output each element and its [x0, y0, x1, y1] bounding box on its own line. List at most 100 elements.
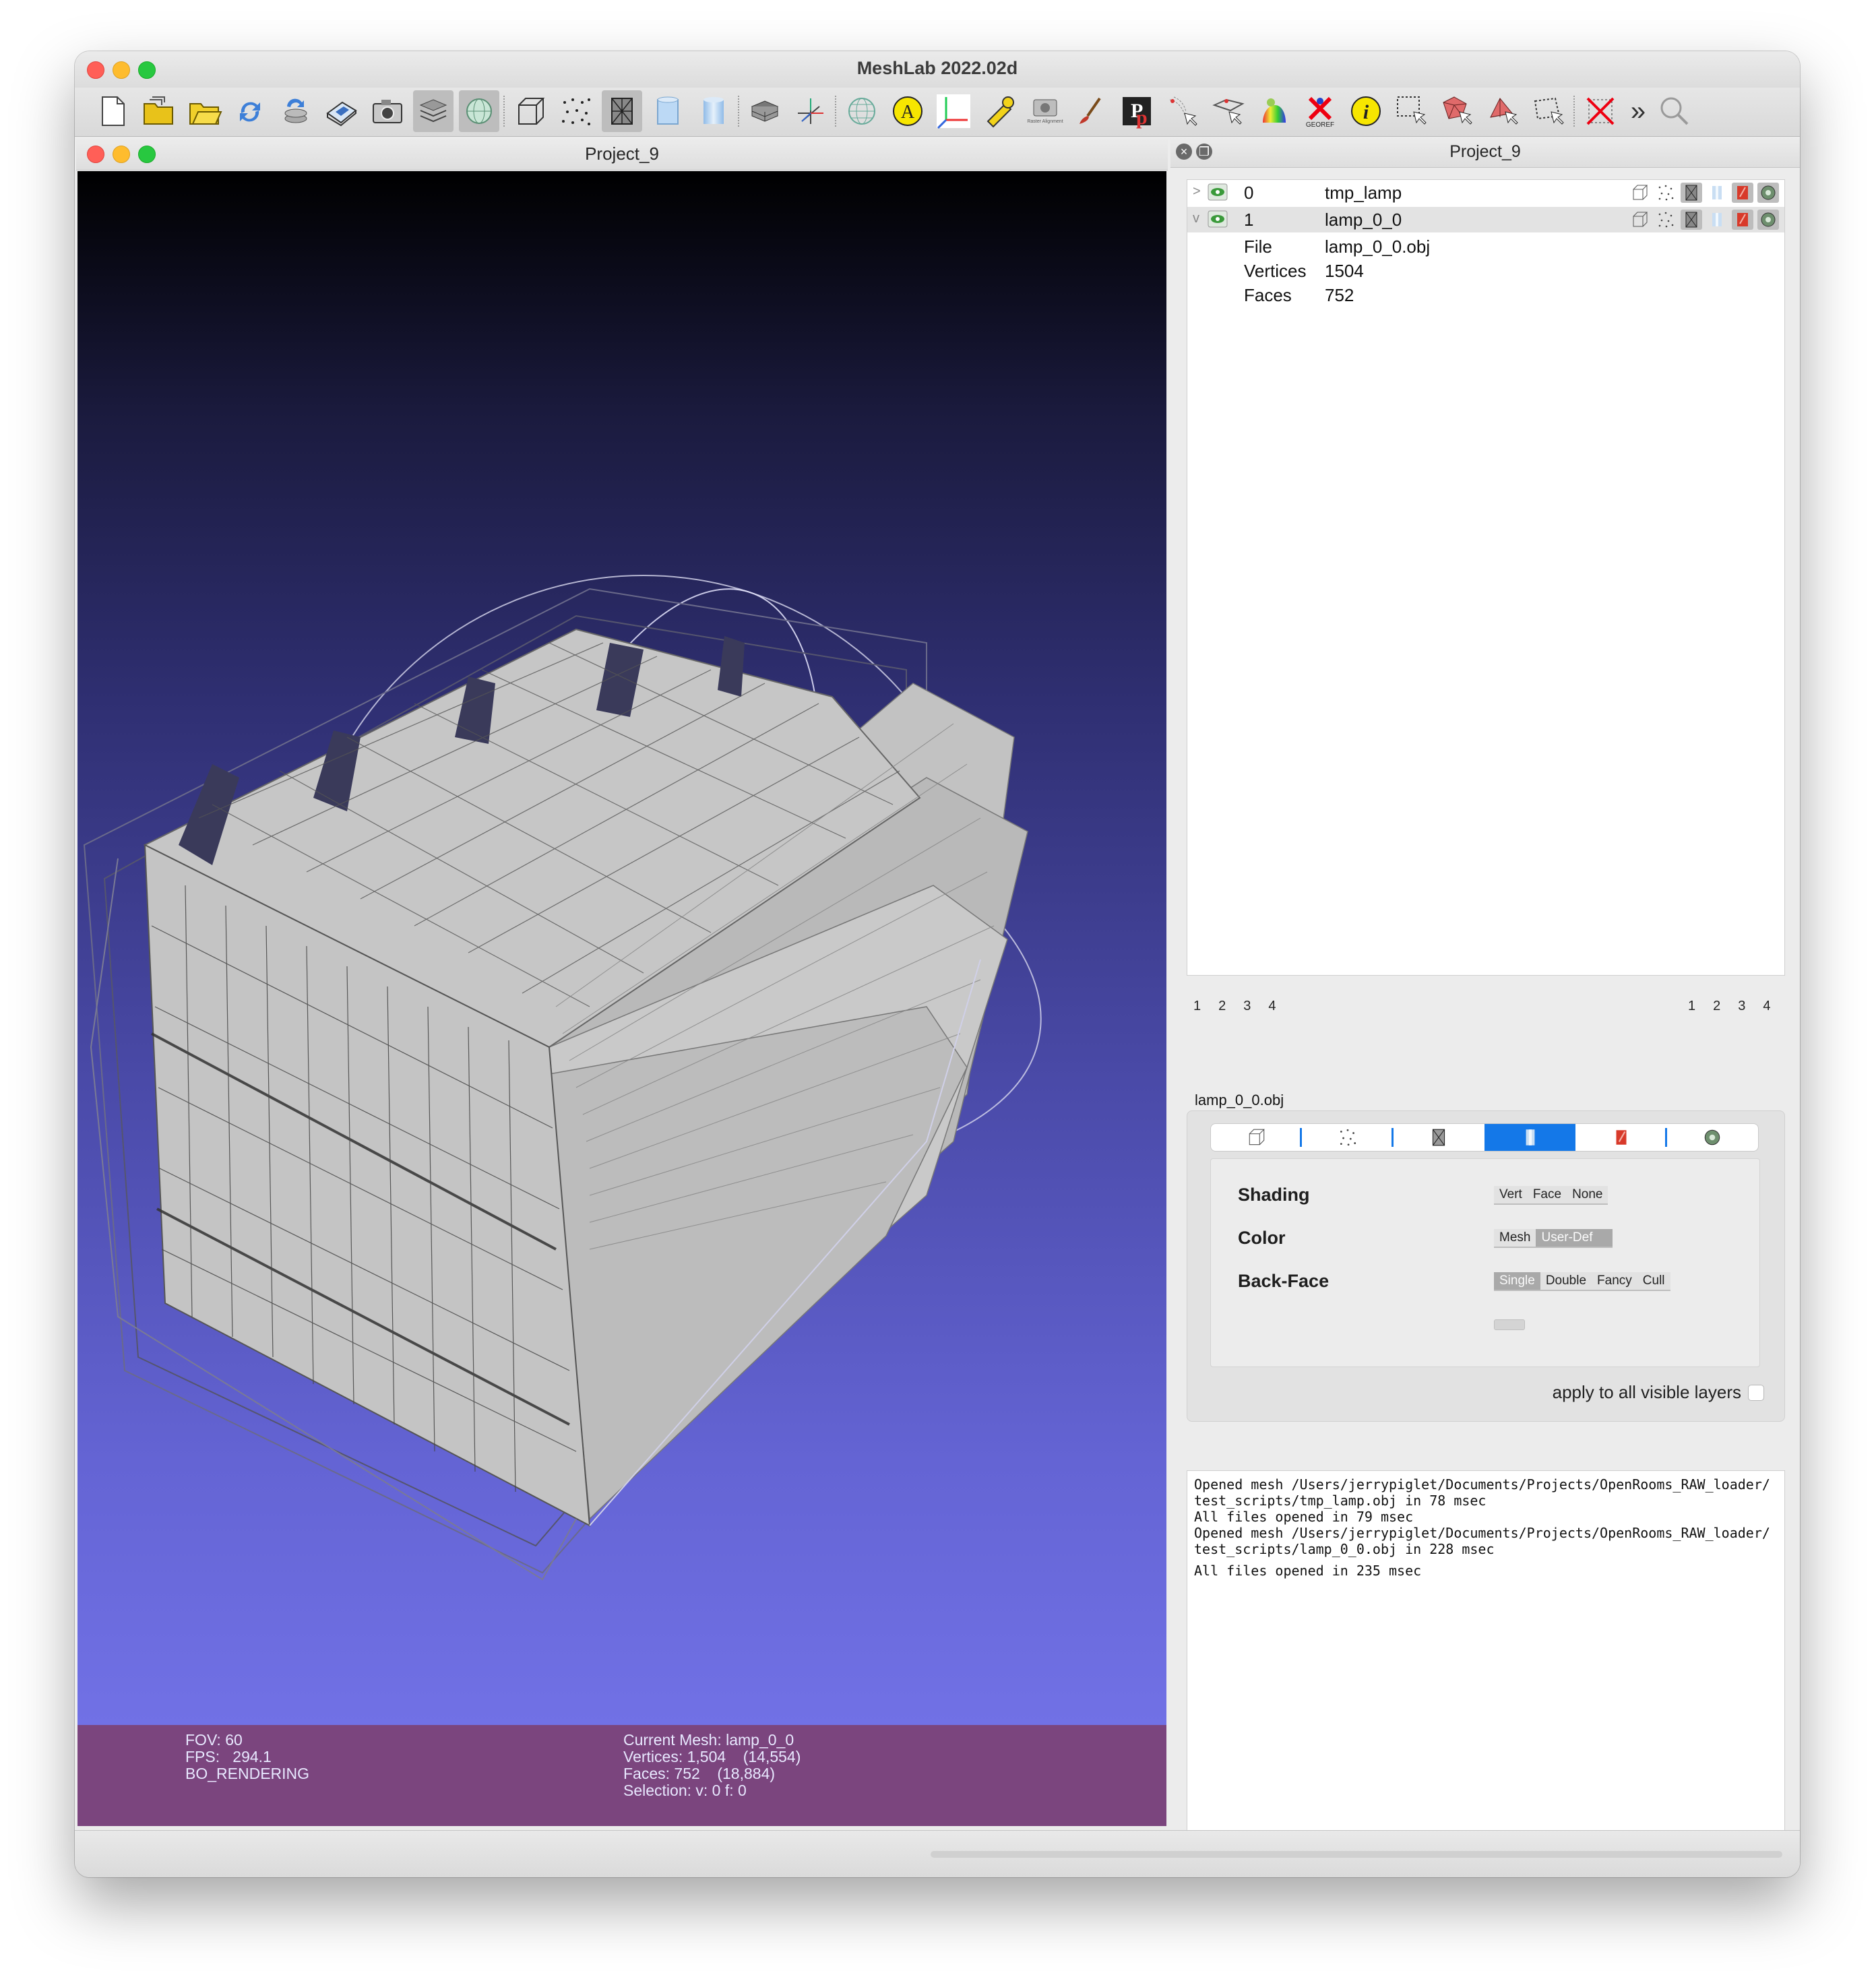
save-button[interactable] [321, 90, 362, 132]
user-color-swatch-button[interactable] [1494, 1319, 1525, 1330]
georef-icon: GEOREF [1306, 96, 1334, 129]
select-connected-button[interactable] [1483, 90, 1524, 132]
tab-points[interactable] [1302, 1124, 1394, 1151]
page-button[interactable]: 3 [1243, 999, 1251, 1013]
save-icon [326, 101, 357, 127]
decorator-toggle[interactable] [1757, 183, 1779, 203]
new-project-button[interactable] [92, 90, 133, 132]
page-button[interactable]: 4 [1763, 999, 1770, 1013]
layer-index: 0 [1244, 183, 1254, 203]
color-selector: Mesh User-Def [1494, 1229, 1613, 1248]
eye-icon[interactable] [1208, 210, 1228, 228]
page-button[interactable]: 2 [1713, 999, 1720, 1013]
decorator-toggle[interactable] [1757, 210, 1779, 230]
toolbar-separator [835, 96, 838, 127]
layer-dialog-button[interactable] [413, 90, 454, 132]
flat-mode-button[interactable] [648, 90, 688, 132]
manipulate-button[interactable] [1208, 90, 1249, 132]
wireframe-toggle[interactable] [1681, 183, 1702, 203]
search-button[interactable] [1654, 90, 1695, 132]
select-region-button[interactable] [1529, 90, 1569, 132]
shading-none-option[interactable]: None [1567, 1186, 1608, 1205]
open-project-button[interactable] [138, 90, 179, 132]
shading-selector: Vert Face None [1494, 1186, 1608, 1205]
axes-button[interactable] [790, 90, 831, 132]
layer-name: lamp_0_0 [1325, 210, 1402, 230]
tab-fill[interactable] [1484, 1124, 1576, 1151]
select-faces-button[interactable] [1437, 90, 1478, 132]
tab-bbox[interactable] [1211, 1124, 1303, 1151]
smooth-mode-button[interactable] [693, 90, 734, 132]
backface-fancy-option[interactable]: Fancy [1592, 1272, 1637, 1291]
bbox-toggle[interactable] [1629, 183, 1651, 203]
page-button[interactable]: 4 [1268, 999, 1276, 1013]
trackball-button[interactable] [745, 90, 785, 132]
layer-index: 1 [1244, 210, 1254, 230]
layer-row-0[interactable]: > 0 tmp_lamp [1187, 180, 1784, 206]
globe-button[interactable] [459, 90, 499, 132]
smooth-toggle[interactable] [1706, 210, 1728, 230]
layer-row-1[interactable]: v 1 lamp_0_0 [1187, 207, 1784, 232]
paint-button[interactable] [1071, 90, 1111, 132]
select-vertices-button[interactable] [1392, 90, 1432, 132]
bbox-mode-button[interactable] [510, 90, 551, 132]
raster-alignment-button[interactable]: Raster Alignment [1025, 90, 1065, 132]
tab-wireframe[interactable] [1394, 1124, 1484, 1151]
points-toggle[interactable] [1655, 210, 1677, 230]
texture-icon [1737, 186, 1748, 199]
color-mesh-button[interactable] [1254, 90, 1294, 132]
apply-all-checkbox[interactable] [1748, 1384, 1764, 1401]
smooth-toggle[interactable] [1706, 183, 1728, 203]
backface-single-option[interactable]: Single [1494, 1272, 1540, 1291]
points-toggle[interactable] [1655, 183, 1677, 203]
color-mesh-option[interactable]: Mesh [1494, 1229, 1536, 1248]
svg-text:A: A [901, 102, 915, 123]
snapshot-button[interactable] [367, 90, 408, 132]
3d-viewport-canvas[interactable]: FOV: 60 FPS: 294.1 BO_RENDERING Current … [77, 171, 1166, 1826]
tab-decorators[interactable] [1667, 1124, 1758, 1151]
reload-button[interactable] [230, 90, 270, 132]
meshlab-window: MeshLab 2022.02d A Raster Alignment P p … [75, 51, 1800, 1877]
page-button[interactable]: 2 [1218, 999, 1226, 1013]
texture-toggle[interactable] [1732, 183, 1753, 203]
page-button[interactable]: 1 [1688, 999, 1695, 1013]
info-button[interactable]: i [1346, 90, 1386, 132]
tab-texture[interactable] [1575, 1124, 1667, 1151]
log-output[interactable]: Opened mesh /Users/jerrypiglet/Documents… [1187, 1470, 1785, 1862]
texture-toggle[interactable] [1732, 210, 1753, 230]
shading-face-option[interactable]: Face [1527, 1186, 1567, 1205]
shading-vert-option[interactable]: Vert [1494, 1186, 1528, 1205]
eye-icon[interactable] [1208, 183, 1228, 201]
layer-name: tmp_lamp [1325, 183, 1402, 203]
wireframe-mode-button[interactable] [602, 90, 642, 132]
chevron-down-icon[interactable]: v [1193, 211, 1199, 226]
reload-all-button[interactable] [276, 90, 316, 132]
bbox-toggle[interactable] [1629, 210, 1651, 230]
detail-key: File [1244, 237, 1272, 257]
wireframe-toggle[interactable] [1681, 210, 1702, 230]
annotation-icon: A [893, 96, 923, 126]
pickpoints-button[interactable]: Pp [1117, 90, 1157, 132]
backface-double-option[interactable]: Double [1540, 1272, 1592, 1291]
open-project-icon [144, 96, 173, 125]
backface-selector: Single Double Fancy Cull [1494, 1272, 1670, 1291]
chevron-right-icon[interactable]: > [1193, 184, 1201, 199]
measure-button[interactable] [979, 90, 1020, 132]
annotation-button[interactable]: A [887, 90, 928, 132]
align-button[interactable] [1162, 90, 1203, 132]
color-userdef-option[interactable]: User-Def [1536, 1229, 1613, 1248]
delete-selection-button[interactable] [1580, 90, 1621, 132]
axis-frame-button[interactable] [933, 90, 974, 132]
wireframe-icon [1433, 1129, 1445, 1146]
georef-button[interactable]: GEOREF [1300, 90, 1340, 132]
viewport-title-bar: Project_9 [76, 137, 1168, 170]
page-button[interactable]: 3 [1738, 999, 1745, 1013]
align-icon [1169, 96, 1197, 126]
page-button[interactable]: 1 [1193, 999, 1201, 1013]
toolbar-overflow-button[interactable]: » [1625, 90, 1652, 132]
points-icon [1340, 1129, 1356, 1146]
sphere-button[interactable] [842, 90, 882, 132]
backface-cull-option[interactable]: Cull [1637, 1272, 1670, 1291]
import-mesh-button[interactable] [184, 90, 224, 132]
points-mode-button[interactable] [556, 90, 596, 132]
